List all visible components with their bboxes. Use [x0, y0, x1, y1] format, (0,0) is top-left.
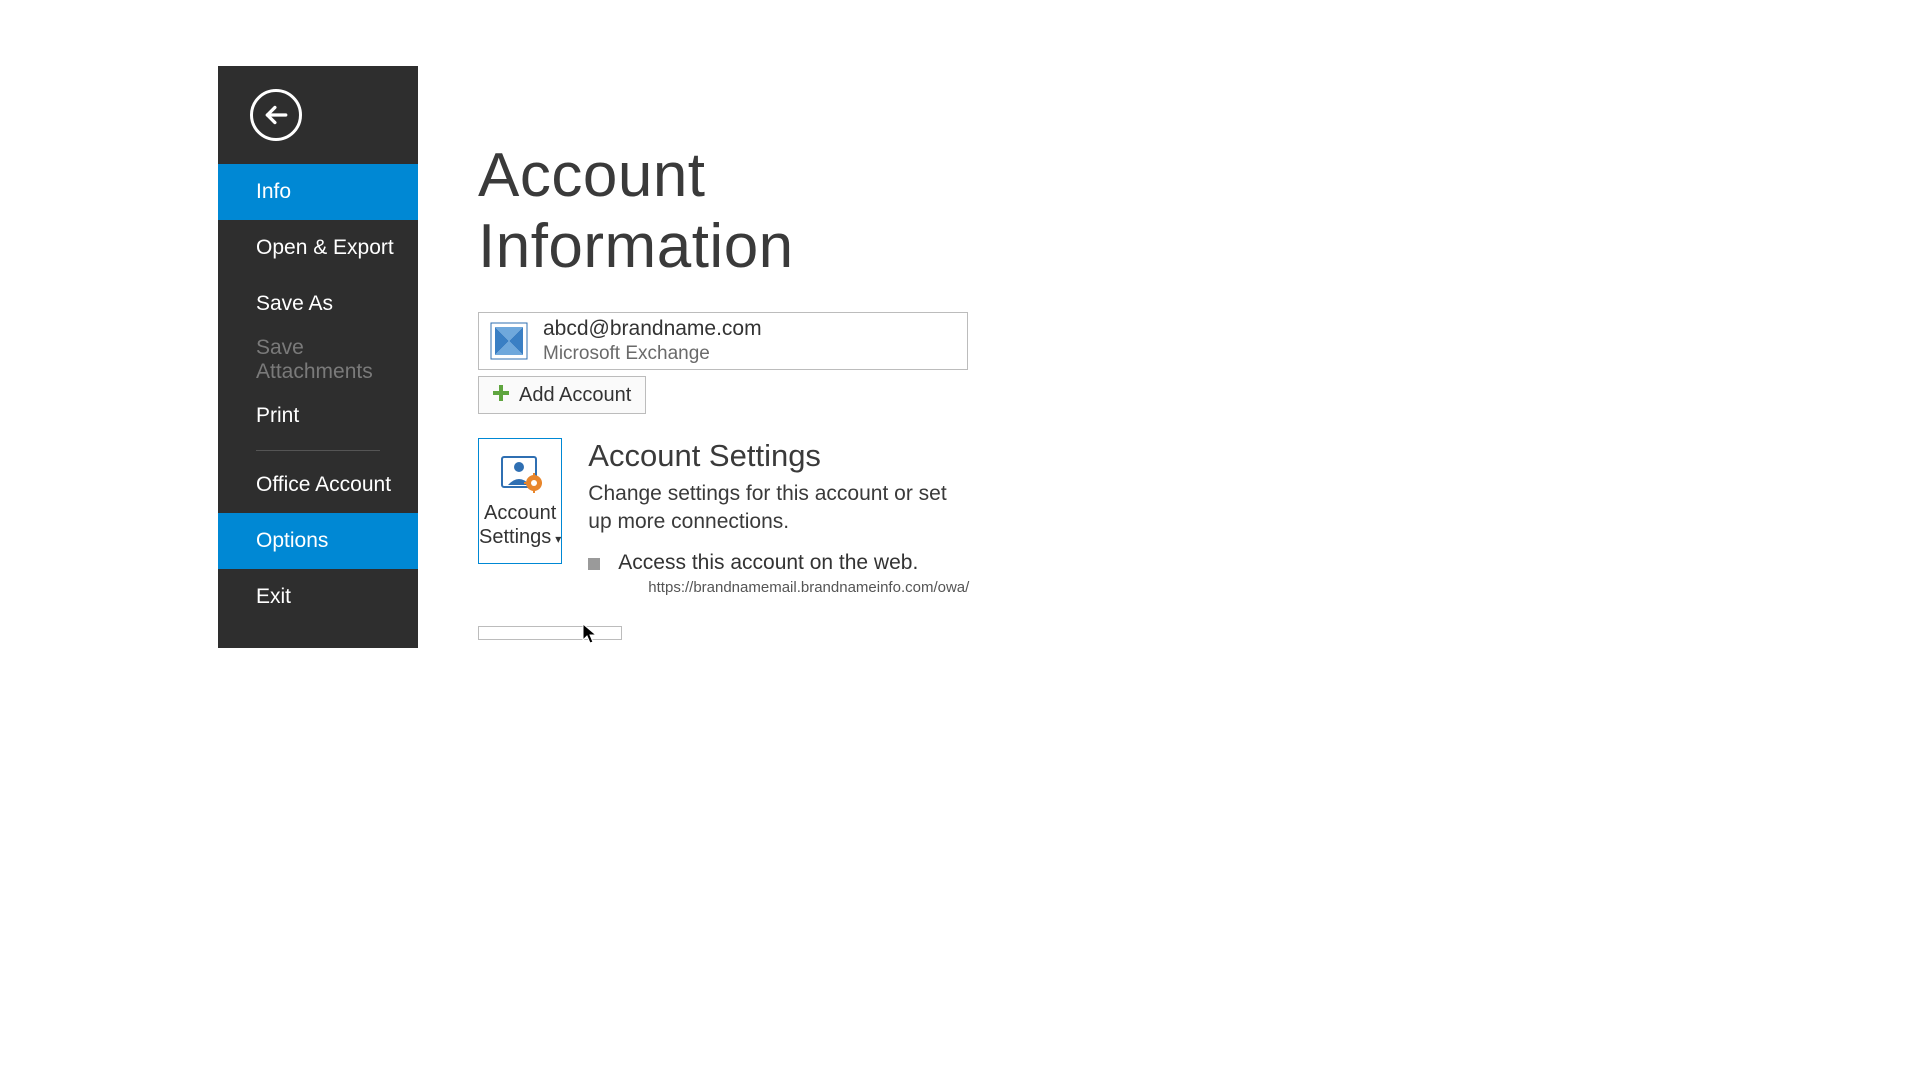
account-text: abcd@brandname.com Microsoft Exchange: [543, 316, 762, 366]
sidebar-item-label: Print: [256, 404, 299, 428]
plus-icon: [493, 384, 509, 407]
account-settings-tile[interactable]: Account Settings▾: [478, 438, 562, 564]
back-arrow-icon: [250, 89, 302, 141]
sidebar-item-label: Info: [256, 180, 291, 204]
account-selector[interactable]: abcd@brandname.com Microsoft Exchange: [478, 312, 968, 370]
back-button[interactable]: [218, 66, 418, 164]
account-settings-section: Account Settings▾ Account Settings Chang…: [478, 438, 968, 596]
sidebar-item-open-export[interactable]: Open & Export: [218, 220, 418, 276]
sidebar-item-print[interactable]: Print: [218, 388, 418, 444]
account-email: abcd@brandname.com: [543, 316, 762, 342]
main-content: Account Information abcd@brandname.com M…: [418, 66, 1028, 648]
sidebar-item-info[interactable]: Info: [218, 164, 418, 220]
account-settings-description: Change settings for this account or set …: [588, 480, 969, 537]
sidebar-item-office-account[interactable]: Office Account: [218, 457, 418, 513]
sidebar-item-exit[interactable]: Exit: [218, 569, 418, 625]
account-type: Microsoft Exchange: [543, 342, 762, 366]
dropdown-caret-icon: ▾: [555, 532, 561, 546]
backstage-sidebar: Info Open & Export Save As Save Attachme…: [218, 66, 418, 648]
sidebar-item-save-attachments: Save Attachments: [218, 332, 418, 388]
sidebar-item-label: Open & Export: [256, 236, 394, 260]
account-settings-tile-label: Account Settings▾: [479, 501, 561, 549]
account-settings-text: Account Settings Change settings for thi…: [588, 438, 969, 596]
sidebar-item-save-as[interactable]: Save As: [218, 276, 418, 332]
account-settings-heading: Account Settings: [588, 438, 969, 474]
web-access-text: Access this account on the web.: [618, 551, 969, 575]
add-account-button[interactable]: Add Account: [478, 376, 646, 414]
sidebar-item-label: Save Attachments: [256, 336, 418, 384]
bullet-icon: [588, 558, 600, 570]
account-settings-icon: [498, 453, 542, 493]
web-access-url[interactable]: https://brandnamemail.brandnameinfo.com/…: [648, 579, 969, 596]
sidebar-item-options[interactable]: Options: [218, 513, 418, 569]
sidebar-item-label: Exit: [256, 585, 291, 609]
sidebar-item-label: Options: [256, 529, 328, 553]
backstage-window: Info Open & Export Save As Save Attachme…: [218, 66, 1028, 648]
exchange-icon: [489, 321, 529, 361]
web-access-bullet: Access this account on the web. https://…: [588, 551, 969, 596]
page-title: Account Information: [478, 140, 968, 282]
add-account-label: Add Account: [519, 384, 631, 407]
sidebar-item-label: Office Account: [256, 473, 391, 497]
sidebar-divider: [256, 450, 380, 451]
sidebar-item-label: Save As: [256, 292, 333, 316]
next-section-tile-partial[interactable]: [478, 626, 622, 640]
